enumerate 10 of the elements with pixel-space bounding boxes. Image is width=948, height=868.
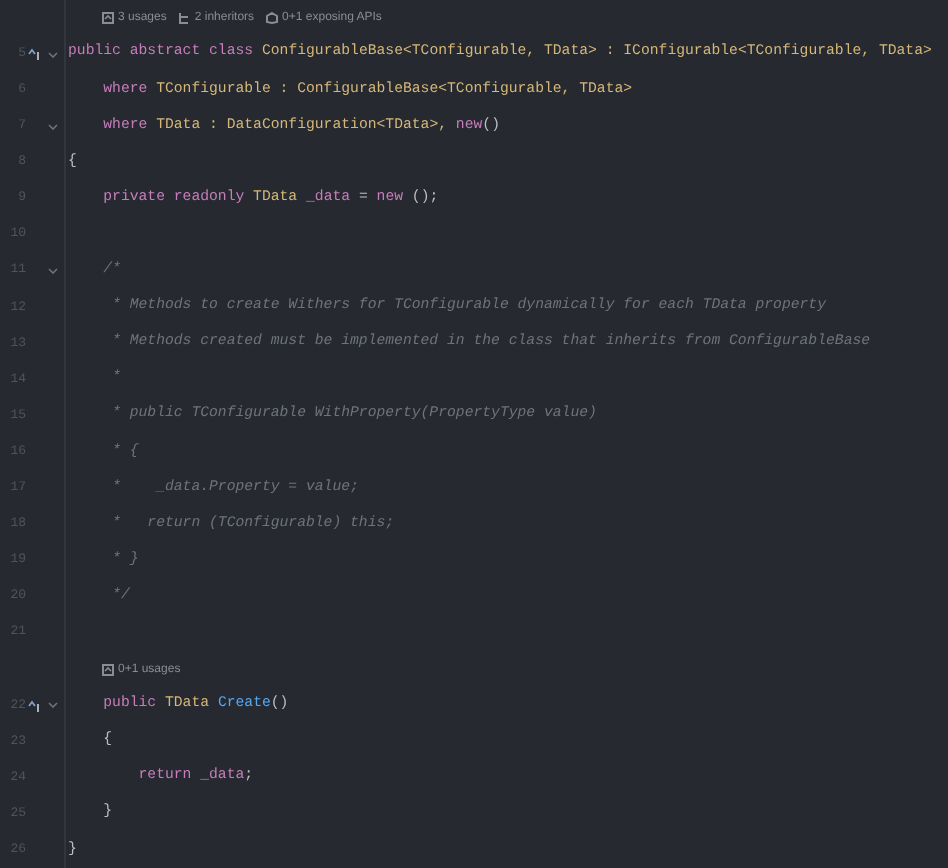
fold-icon[interactable]: [47, 702, 57, 709]
implementation-icon[interactable]: [28, 48, 42, 61]
module-icon: [266, 12, 279, 25]
usages-icon: [102, 663, 114, 676]
fold-icon[interactable]: [47, 51, 57, 58]
hierarchy-icon: [178, 12, 191, 25]
usages-icon: [102, 12, 114, 25]
fold-icon[interactable]: [47, 268, 57, 275]
implementation-icon[interactable]: [28, 699, 42, 712]
fold-icon[interactable]: [47, 123, 57, 130]
